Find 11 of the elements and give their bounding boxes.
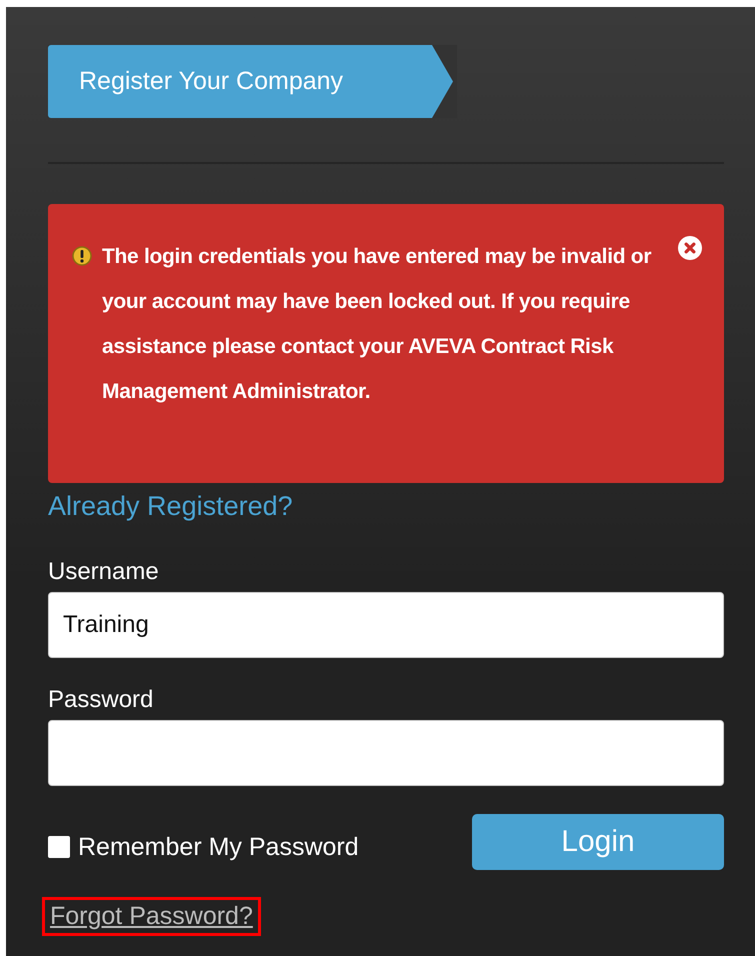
section-heading: Already Registered?: [48, 491, 294, 522]
checkbox[interactable]: [48, 836, 70, 858]
forgot-password-link[interactable]: Forgot Password?: [42, 897, 261, 936]
close-icon[interactable]: [678, 236, 702, 260]
field-label: Password: [48, 686, 154, 714]
input-field[interactable]: [48, 720, 724, 786]
warning-icon: [72, 246, 92, 266]
error-message: The login credentials you have entered may be invalid or your account may have been locked out. If you require assistance please contact your AVEVA Contract Risk Management Administrator.: [102, 244, 652, 405]
field-label: Username: [48, 558, 160, 586]
checkbox-label: Remember My Password: [78, 832, 359, 862]
input-field[interactable]: Training: [48, 592, 724, 658]
